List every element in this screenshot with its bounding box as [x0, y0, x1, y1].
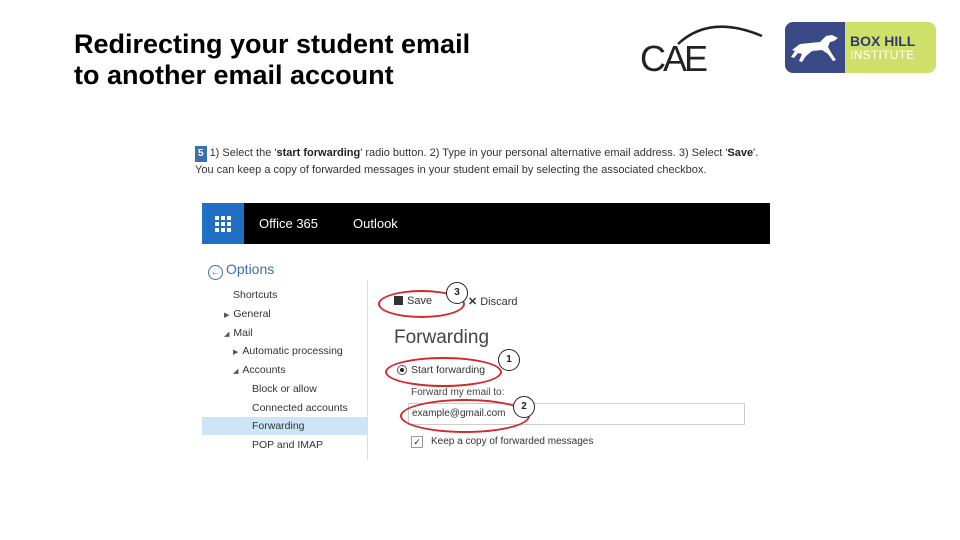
back-arrow-icon: ←: [208, 265, 223, 280]
nav-item-accounts[interactable]: ◢ Accounts: [233, 364, 286, 376]
forward-to-label: Forward my email to:: [411, 387, 505, 398]
nav-item-pop-and-imap[interactable]: POP and IMAP: [252, 439, 323, 451]
nav-item-label: Accounts: [242, 364, 286, 376]
nav-item-label: Mail: [233, 327, 253, 339]
callout-ring-email: [400, 399, 530, 433]
caret-down-icon: ◢: [224, 331, 230, 338]
cae-logo-text: CAE: [640, 38, 708, 79]
nav-item-label: Shortcuts: [233, 289, 278, 301]
options-back-button[interactable]: ← Options: [208, 261, 274, 280]
caret-down-icon: ◢: [233, 368, 239, 375]
slide-title-line-1: Redirecting your student email: [74, 29, 471, 59]
nav-item-connected-accounts[interactable]: Connected accounts: [252, 402, 348, 414]
bhi-wordmark: BOX HILL INSTITUTE: [845, 22, 936, 73]
outlook-link[interactable]: Outlook: [353, 216, 398, 231]
nav-item-automatic-processing[interactable]: ▶ Automatic processing: [233, 345, 343, 357]
instruction-text: 5 1) Select the 'start forwarding' radio …: [195, 145, 770, 178]
slide-title-line-2: to another email account: [74, 60, 394, 90]
callout-ring-start-forwarding: [385, 357, 502, 387]
caret-right-icon: ▶: [224, 312, 230, 319]
nav-item-label: Connected accounts: [252, 402, 348, 414]
nav-item-label: Automatic processing: [242, 345, 343, 357]
close-icon: ✕: [468, 296, 478, 308]
instruction-bold-1: start forwarding: [276, 147, 361, 159]
callout-badge-2: 2: [513, 396, 535, 418]
nav-item-mail[interactable]: ◢ Mail: [224, 327, 253, 339]
nav-item-general[interactable]: ▶ General: [224, 308, 271, 320]
nav-item-label: General: [233, 308, 271, 320]
office-top-bar: Office 365 Outlook: [202, 203, 770, 244]
bhi-wordmark-line-2: INSTITUTE: [850, 47, 915, 62]
keep-copy-label[interactable]: Keep a copy of forwarded messages: [431, 436, 593, 447]
slide-title: Redirecting your student email to anothe…: [74, 29, 470, 91]
office-365-link[interactable]: Office 365: [259, 216, 318, 231]
instruction-part-1: 1) Select the ': [209, 147, 277, 159]
outlook-screenshot: 5 1) Select the 'start forwarding' radio …: [195, 140, 775, 460]
forwarding-title: Forwarding: [394, 327, 490, 348]
cae-logo: CAE: [640, 16, 765, 79]
horse-icon: [785, 22, 845, 73]
nav-item-shortcuts[interactable]: Shortcuts: [233, 289, 277, 301]
box-hill-institute-logo: BOX HILL INSTITUTE: [785, 22, 936, 73]
nav-item-label: POP and IMAP: [252, 439, 324, 451]
instruction-bold-2: Save: [727, 147, 754, 159]
keep-copy-checkbox[interactable]: ✓: [411, 436, 423, 448]
nav-item-label: Block or allow: [252, 383, 317, 395]
discard-button[interactable]: ✕ Discard: [468, 295, 518, 308]
bhi-wordmark-line-1: BOX HILL: [850, 32, 916, 49]
step-number: 5: [195, 146, 207, 162]
callout-badge-1: 1: [498, 349, 520, 371]
nav-item-forwarding[interactable]: Forwarding: [252, 420, 305, 432]
app-launcher-icon[interactable]: [202, 203, 244, 244]
callout-badge-3: 3: [446, 282, 468, 304]
caret-right-icon: ▶: [233, 349, 239, 356]
discard-label: Discard: [480, 296, 518, 308]
instruction-part-2: ' radio button. 2) Type in your personal…: [360, 147, 728, 159]
nav-item-block-or-allow[interactable]: Block or allow: [252, 383, 317, 395]
options-label: Options: [226, 261, 275, 277]
nav-item-label: Forwarding: [252, 420, 305, 432]
pane-divider: [367, 280, 368, 460]
